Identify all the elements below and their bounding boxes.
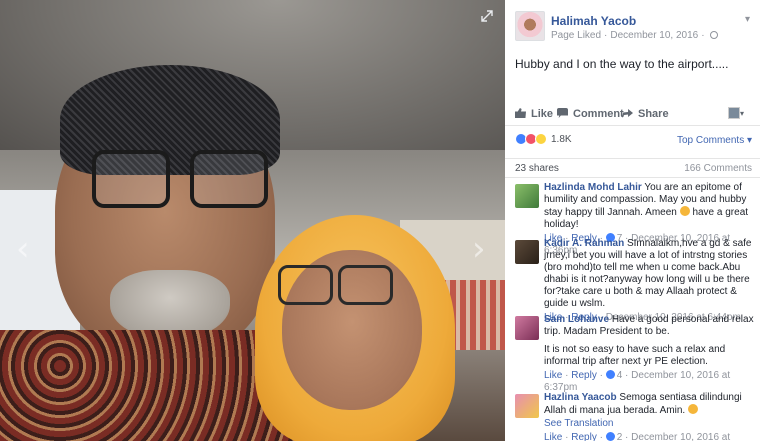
- post-header: Halimah Yacob Page Liked · December 10, 20…: [505, 0, 760, 52]
- comments-count[interactable]: 166 Comments: [684, 163, 752, 174]
- like-button[interactable]: Like: [515, 108, 553, 120]
- comments-list: Hazlinda Mohd Lahir You are an epitome o…: [505, 182, 760, 441]
- top-comments-dropdown[interactable]: Top Comments ▾: [677, 135, 752, 146]
- comment-author[interactable]: Kadir A. Rahman: [544, 238, 624, 249]
- comment-text-continued: It is not so easy to have such a relax a…: [544, 344, 726, 367]
- comment: Sam Lohanve Have a good personal and rel…: [505, 314, 760, 393]
- post-meta: Page Liked · December 10, 2016 ·: [551, 30, 718, 41]
- comment: Hazlina Yaacob Semoga sentiasa dilindung…: [505, 392, 760, 441]
- comment-footer: Like · Reply · 2 · December 10, 2016 at …: [544, 432, 754, 441]
- comment-reply-link[interactable]: Reply: [571, 432, 597, 441]
- caret-down-icon: ▾: [740, 109, 745, 118]
- globe-icon: [709, 31, 718, 39]
- comment-like-link[interactable]: Like: [544, 432, 562, 441]
- smile-emoji-icon: [687, 404, 698, 414]
- chevron-down-icon[interactable]: ▾: [745, 14, 750, 25]
- comment-icon: [557, 108, 568, 118]
- author-avatar[interactable]: [515, 11, 545, 41]
- previous-photo-arrow-icon[interactable]: ‹: [16, 232, 30, 266]
- expand-icon[interactable]: [481, 10, 493, 22]
- comment-author[interactable]: Hazlina Yaacob: [544, 392, 617, 403]
- reaction-count: 1.8K: [551, 133, 572, 145]
- author-name[interactable]: Halimah Yacob: [551, 14, 636, 28]
- man-glasses: [92, 150, 272, 212]
- comment: Kadir A. Rahman SImnalaikm,hve a gd & sa…: [505, 238, 760, 323]
- comment-footer: Like · Reply · 4 · December 10, 2016 at …: [544, 370, 731, 393]
- post-side-panel: Halimah Yacob Page Liked · December 10, 20…: [505, 0, 760, 441]
- comment-body: Hazlinda Mohd Lahir You are an epitome o…: [544, 182, 754, 231]
- comment-author[interactable]: Sam Lohanve: [544, 314, 609, 325]
- commenter-avatar[interactable]: [515, 240, 539, 264]
- page-liked-label: Page Liked: [551, 30, 602, 41]
- comment: Hazlinda Mohd Lahir You are an epitome o…: [505, 182, 760, 256]
- shares-count[interactable]: 23 shares: [515, 163, 559, 174]
- post-photo[interactable]: ‹ ›: [0, 0, 505, 441]
- wow-reaction-icon: [535, 133, 547, 146]
- action-bar: Like Comment Share ▾: [505, 104, 760, 126]
- page-thumbnail: [728, 107, 740, 119]
- thumbs-up-icon: [515, 108, 526, 118]
- comment-like-link[interactable]: Like: [544, 370, 562, 381]
- comment-like-count[interactable]: 4: [617, 370, 623, 381]
- comment-body: Kadir A. Rahman SImnalaikm,hve a gd & sa…: [544, 238, 754, 310]
- comment-body: Hazlina Yaacob Semoga sentiasa dilindung…: [544, 392, 754, 417]
- like-count-icon: [605, 432, 615, 441]
- counts-bar: 23 shares 166 Comments: [505, 158, 760, 178]
- woman-glasses: [278, 265, 398, 313]
- share-icon: [622, 109, 633, 118]
- next-photo-arrow-icon[interactable]: ›: [472, 232, 486, 266]
- comment-like-count[interactable]: 2: [617, 432, 623, 441]
- commenter-avatar[interactable]: [515, 394, 539, 418]
- see-translation-link[interactable]: See Translation: [544, 418, 754, 430]
- comment-author[interactable]: Hazlinda Mohd Lahir: [544, 182, 642, 193]
- comment-button[interactable]: Comment: [557, 108, 624, 120]
- page-selector[interactable]: ▾: [728, 107, 750, 121]
- comment-body: Sam Lohanve Have a good personal and rel…: [544, 314, 754, 338]
- commenter-avatar[interactable]: [515, 316, 539, 340]
- post-text: Hubby and I on the way to the airport...…: [515, 57, 729, 71]
- comment-reply-link[interactable]: Reply: [571, 370, 597, 381]
- post-date[interactable]: December 10, 2016: [610, 30, 698, 41]
- share-button[interactable]: Share: [622, 108, 669, 120]
- reactions-summary[interactable]: 1.8K: [515, 133, 572, 149]
- like-count-icon: [605, 370, 615, 379]
- commenter-avatar[interactable]: [515, 184, 539, 208]
- heart-eyes-emoji-icon: [679, 206, 690, 216]
